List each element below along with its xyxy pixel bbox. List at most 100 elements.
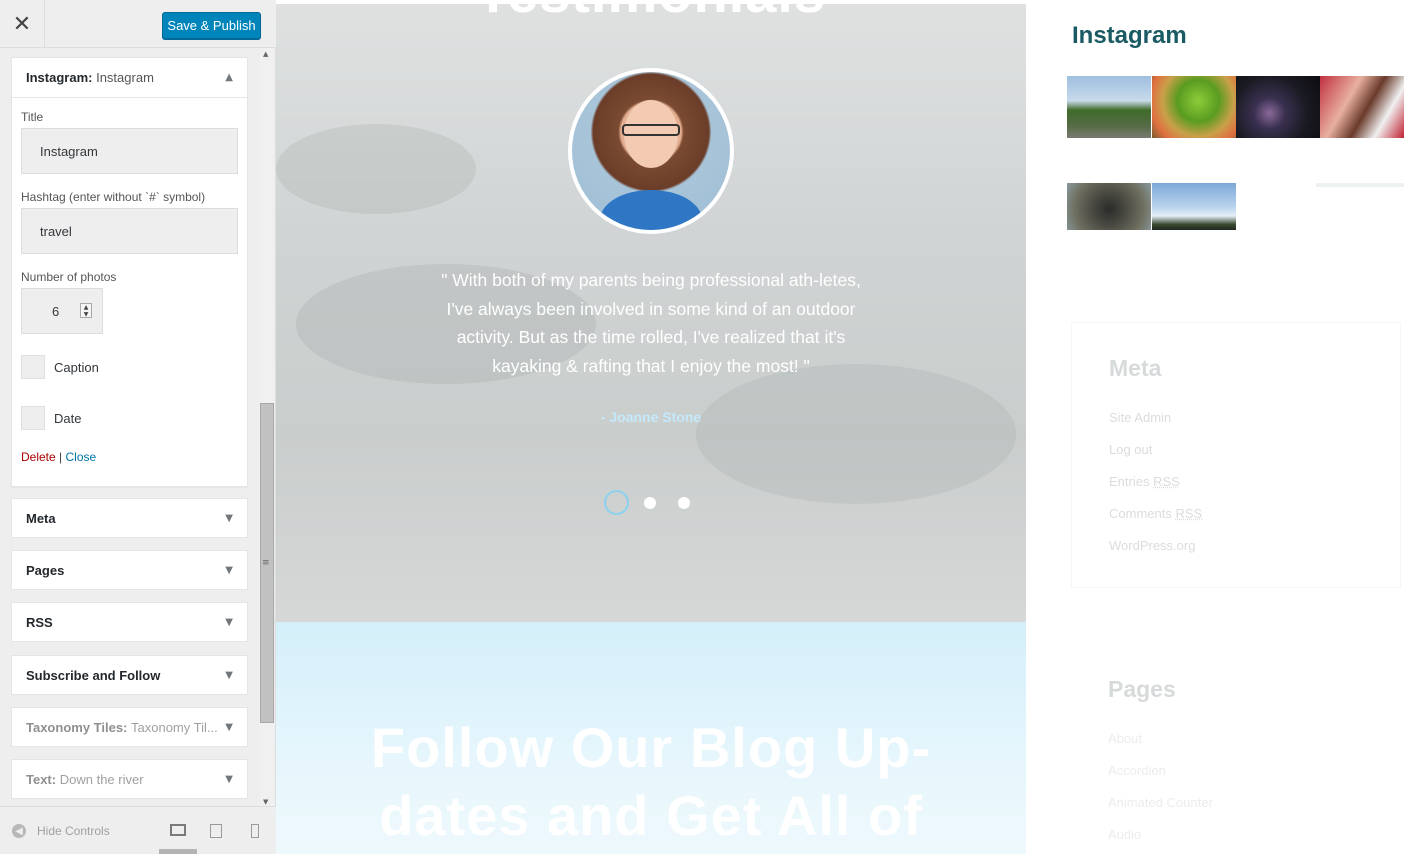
scroll-grip-icon: ≡ bbox=[262, 558, 270, 568]
blog-heading-line: dates and Get All of bbox=[379, 784, 923, 847]
widget-pages-label: Pages bbox=[26, 562, 65, 578]
widget-meta[interactable]: Meta ▼ bbox=[11, 498, 248, 538]
slider-dot-active[interactable] bbox=[604, 490, 629, 515]
widget-taxonomy-label: Taxonomy Tiles: bbox=[26, 719, 128, 735]
hashtag-input-value: travel bbox=[40, 223, 72, 239]
road-trees-photo[interactable] bbox=[1067, 76, 1151, 138]
meta-widget-title: Meta bbox=[1109, 355, 1162, 381]
sky-hills-photo[interactable] bbox=[1152, 183, 1236, 230]
testimonial-avatar bbox=[568, 68, 734, 234]
title-field-label: Title bbox=[21, 110, 44, 124]
title-input-value: Instagram bbox=[40, 143, 98, 159]
meta-widget: Meta Site Admin Log out Entries RSS Comm… bbox=[1071, 322, 1401, 588]
desktop-preview-icon[interactable] bbox=[170, 824, 186, 836]
delete-link[interactable]: Delete bbox=[21, 450, 56, 464]
chevron-down-icon[interactable]: ▼ bbox=[225, 513, 233, 524]
widget-meta-label: Meta bbox=[26, 510, 56, 526]
widget-rss-label: RSS bbox=[26, 614, 53, 630]
comments-link-text: Comments bbox=[1109, 506, 1172, 521]
chevron-up-icon[interactable]: ▲ bbox=[225, 72, 233, 83]
widget-rss[interactable]: RSS ▼ bbox=[11, 602, 248, 642]
blog-heading-line: Follow Our Blog Up- bbox=[370, 716, 932, 779]
customizer-screen: ✕ Save & Publish Instagram: Instagram ▲ … bbox=[0, 0, 1419, 854]
pages-widget: Pages About Accordion Animated Counter A… bbox=[1071, 640, 1401, 854]
chevron-down-icon[interactable]: ▼ bbox=[225, 774, 233, 785]
page-link-animated-counter[interactable]: Animated Counter bbox=[1108, 795, 1213, 810]
city-night-photo[interactable] bbox=[1236, 76, 1320, 138]
slider-dot[interactable] bbox=[644, 497, 656, 509]
date-label: Date bbox=[54, 410, 82, 426]
widget-instagram-header[interactable]: Instagram: Instagram ▲ bbox=[12, 58, 247, 98]
hide-controls-label: Hide Controls bbox=[37, 824, 110, 838]
customizer-sidebar: ✕ Save & Publish Instagram: Instagram ▲ … bbox=[0, 0, 276, 854]
testimonial-author: - Joanne Stone bbox=[600, 409, 702, 425]
instagram-feed bbox=[1067, 76, 1405, 230]
widget-subscribe-follow[interactable]: Subscribe and Follow ▼ bbox=[11, 655, 248, 695]
pages-widget-title: Pages bbox=[1108, 676, 1176, 702]
date-option: Date bbox=[21, 405, 238, 431]
page-link-accordion[interactable]: Accordion bbox=[1108, 763, 1166, 778]
log-out-link[interactable]: Log out bbox=[1109, 442, 1152, 457]
blog-heading: Follow Our Blog Up- dates and Get All of bbox=[276, 714, 1026, 850]
scroll-up-icon[interactable]: ▲ bbox=[263, 50, 268, 58]
rss-abbr: RSS bbox=[1153, 474, 1180, 489]
tablet-preview-icon[interactable] bbox=[210, 824, 222, 838]
slider-dot[interactable] bbox=[678, 497, 690, 509]
blog-updates-section: Follow Our Blog Up- dates and Get All of bbox=[276, 622, 1026, 854]
chevron-down-icon[interactable]: ▼ bbox=[225, 617, 233, 628]
photos-count-label: Number of photos bbox=[21, 270, 117, 284]
close-link[interactable]: Close bbox=[66, 450, 97, 464]
widget-subscribe-label: Subscribe and Follow bbox=[26, 667, 161, 683]
hide-controls-button[interactable]: ◀ Hide Controls bbox=[12, 824, 110, 838]
page-link-audio[interactable]: Audio bbox=[1108, 827, 1141, 842]
testimonial-quote: " With both of my parents being professi… bbox=[441, 270, 861, 376]
chevron-down-icon[interactable]: ▼ bbox=[225, 565, 233, 576]
wordpress-org-link[interactable]: WordPress.org bbox=[1109, 538, 1195, 553]
widget-pages[interactable]: Pages ▼ bbox=[11, 550, 248, 590]
background-texture bbox=[696, 364, 1016, 504]
caption-checkbox[interactable] bbox=[21, 355, 45, 379]
chevron-down-icon[interactable]: ▼ bbox=[225, 670, 233, 681]
site-preview: Testimonials " With both of my parents b… bbox=[276, 0, 1419, 854]
page-link-about[interactable]: About bbox=[1108, 731, 1142, 746]
collapse-arrow-icon: ◀ bbox=[12, 824, 26, 838]
photos-count-stepper[interactable]: 6 ▲ ▼ bbox=[21, 288, 103, 334]
customizer-header: ✕ Save & Publish bbox=[0, 0, 276, 48]
caption-label: Caption bbox=[54, 359, 99, 375]
lime-fruit-photo[interactable] bbox=[1152, 76, 1236, 138]
widget-text-title: Down the river bbox=[59, 771, 144, 787]
testimonials-section: Testimonials " With both of my parents b… bbox=[276, 4, 1026, 622]
widget-text[interactable]: Text: Down the river ▼ bbox=[11, 759, 248, 799]
widget-taxonomy-tiles[interactable]: Taxonomy Tiles: Taxonomy Til... ▼ bbox=[11, 707, 248, 747]
rss-abbr: RSS bbox=[1175, 506, 1203, 521]
save-publish-button[interactable]: Save & Publish bbox=[162, 12, 261, 39]
instagram-widget-title: Instagram bbox=[1072, 22, 1187, 49]
widget-taxonomy-title: Taxonomy Til... bbox=[131, 719, 218, 735]
date-checkbox[interactable] bbox=[21, 406, 45, 430]
chevron-down-icon[interactable]: ▼ bbox=[225, 722, 233, 733]
caption-option: Caption bbox=[21, 354, 238, 380]
close-icon[interactable]: ✕ bbox=[0, 0, 45, 48]
widget-title-label: Instagram bbox=[96, 70, 154, 85]
active-device-indicator bbox=[159, 849, 197, 854]
widget-text-label: Text: bbox=[26, 771, 57, 787]
spinner-arrows-icon[interactable]: ▲ ▼ bbox=[80, 303, 92, 318]
entries-rss-link[interactable]: Entries RSS bbox=[1109, 474, 1180, 489]
mobile-preview-icon[interactable] bbox=[251, 824, 259, 838]
rocks-photo[interactable] bbox=[1067, 183, 1151, 230]
faint-divider bbox=[1316, 183, 1404, 187]
hashtag-input[interactable]: travel bbox=[21, 208, 238, 254]
entries-link-text: Entries bbox=[1109, 474, 1150, 489]
comments-rss-link[interactable]: Comments RSS bbox=[1109, 506, 1202, 521]
action-separator: | bbox=[59, 450, 63, 464]
slider-pagination bbox=[604, 490, 704, 516]
widget-instagram: Instagram: Instagram ▲ Title Instagram H… bbox=[11, 57, 248, 487]
section-heading: Testimonials bbox=[276, 4, 1026, 25]
title-input[interactable]: Instagram bbox=[21, 128, 238, 174]
site-admin-link[interactable]: Site Admin bbox=[1109, 410, 1171, 425]
scroll-down-icon[interactable]: ▼ bbox=[263, 798, 268, 806]
customizer-footer: ◀ Hide Controls bbox=[0, 806, 276, 854]
widget-type-label: Instagram: bbox=[26, 70, 93, 85]
hashtag-field-label: Hashtag (enter without `#` symbol) bbox=[21, 190, 206, 204]
person-sign-photo[interactable] bbox=[1320, 76, 1404, 138]
